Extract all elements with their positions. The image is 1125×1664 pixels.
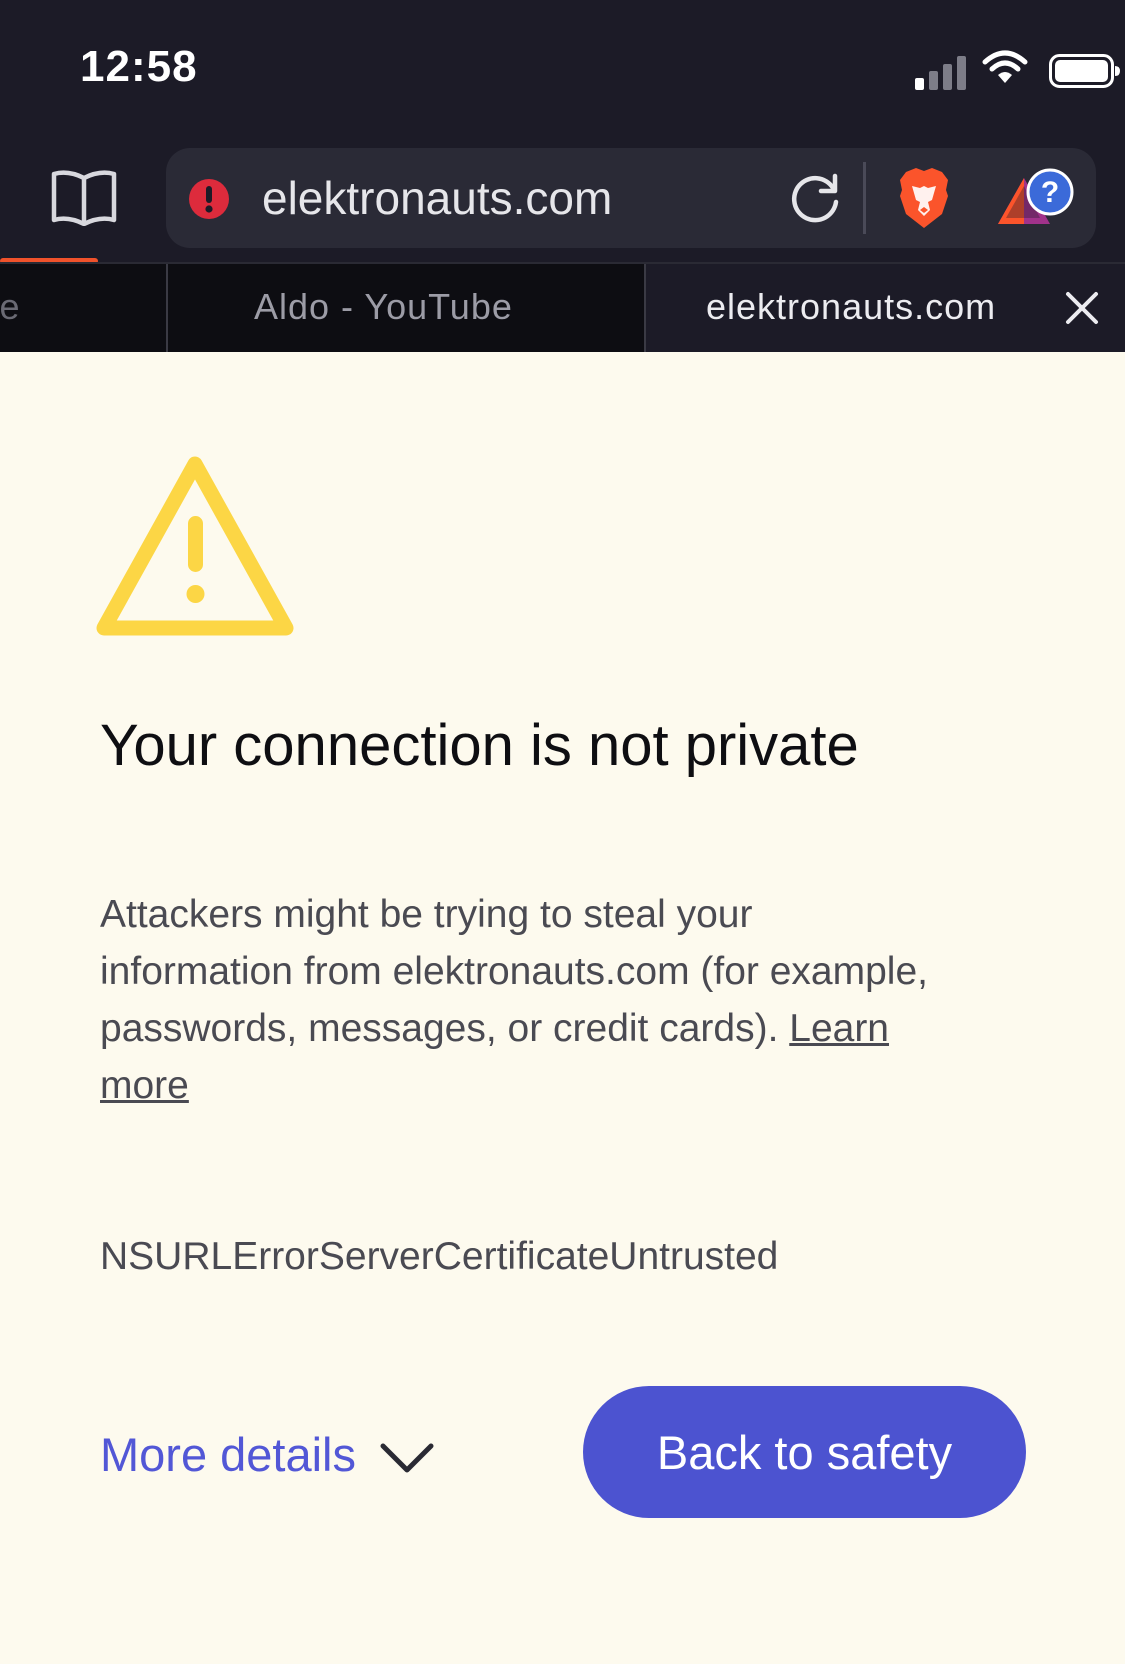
- page-title: Your connection is not private: [100, 713, 859, 778]
- close-icon[interactable]: [1062, 288, 1102, 328]
- chevron-down-icon: [380, 1443, 434, 1473]
- wifi-icon: [982, 50, 1028, 83]
- error-code: NSURLErrorServerCertificateUntrusted: [100, 1235, 779, 1278]
- tab-strip: YouTube Aldo - YouTube elektronauts.com: [0, 262, 1125, 352]
- url-text[interactable]: elektronauts.com: [262, 172, 612, 224]
- tab-youtube[interactable]: YouTube: [0, 264, 166, 352]
- bookmarks-book-icon[interactable]: [48, 166, 120, 226]
- svg-text:?: ?: [1041, 176, 1059, 209]
- more-details-label: More details: [100, 1427, 356, 1481]
- more-details-toggle[interactable]: More details: [100, 1422, 436, 1486]
- tab-aldo-youtube[interactable]: Aldo - YouTube: [166, 264, 646, 352]
- status-time: 12:58: [80, 42, 198, 91]
- cellular-signal-icon: [915, 56, 966, 90]
- browser-chrome: 12:58 elektronauts.com ?: [0, 0, 1125, 262]
- brave-shields-lion-icon[interactable]: [896, 166, 952, 230]
- reload-icon[interactable]: [786, 170, 844, 228]
- brave-rewards-icon[interactable]: ?: [994, 168, 1076, 230]
- tab-label: Aldo - YouTube: [254, 286, 513, 327]
- security-warning-icon[interactable]: [188, 178, 230, 220]
- tab-label: YouTube: [0, 286, 20, 327]
- address-bar-divider: [863, 162, 866, 234]
- back-to-safety-button[interactable]: Back to safety: [583, 1386, 1026, 1518]
- battery-icon: [1049, 54, 1120, 88]
- address-bar[interactable]: elektronauts.com ?: [166, 148, 1096, 248]
- warning-description: Attackers might be trying to steal your …: [100, 886, 940, 1114]
- tab-elektronauts[interactable]: elektronauts.com: [646, 264, 1125, 352]
- warning-triangle-icon: [96, 456, 294, 636]
- tab-label: elektronauts.com: [706, 286, 997, 327]
